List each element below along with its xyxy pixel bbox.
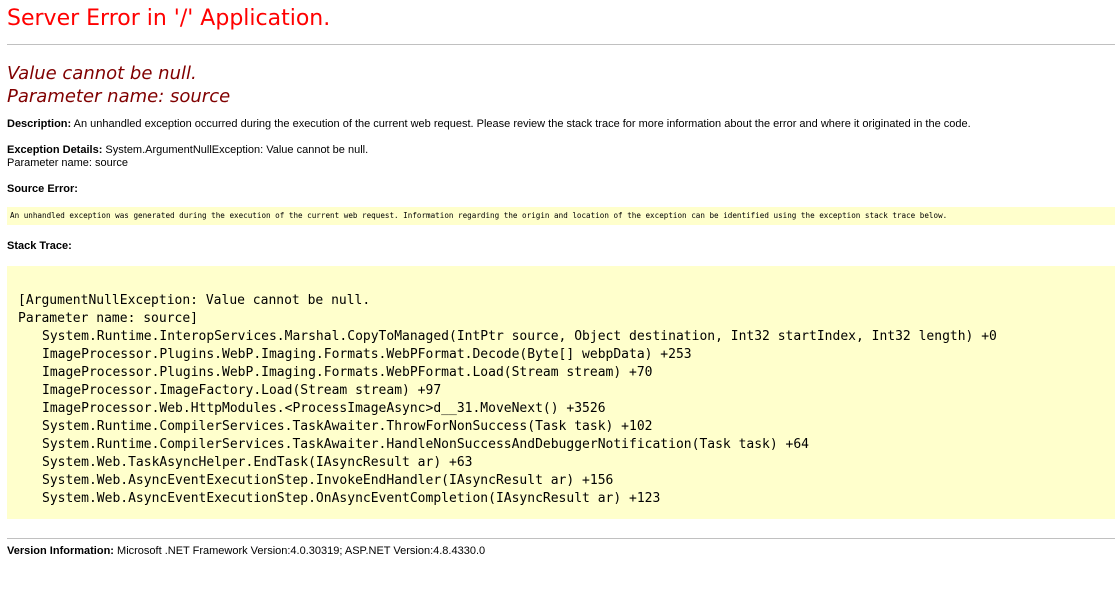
stack-frame: ImageProcessor.Plugins.WebP.Imaging.Form… bbox=[42, 365, 653, 380]
source-error-text: An unhandled exception was generated dur… bbox=[10, 211, 948, 220]
footer-divider bbox=[7, 538, 1115, 539]
exception-details-label: Exception Details: bbox=[7, 144, 103, 156]
error-message: Value cannot be null. Parameter name: so… bbox=[7, 62, 1115, 108]
description-text: An unhandled exception occurred during t… bbox=[73, 118, 971, 130]
description-label: Description: bbox=[7, 118, 72, 130]
stack-frame: System.Web.AsyncEventExecutionStep.OnAsy… bbox=[42, 491, 661, 506]
exception-details-text2: Parameter name: source bbox=[7, 157, 129, 169]
exception-details-section: Exception Details: System.ArgumentNullEx… bbox=[7, 144, 1115, 170]
version-info-label: Version Information: bbox=[7, 545, 114, 557]
title-divider bbox=[7, 44, 1115, 45]
stack-frame: System.Runtime.CompilerServices.TaskAwai… bbox=[42, 437, 810, 452]
stack-trace-box: [ArgumentNullException: Value cannot be … bbox=[7, 266, 1115, 519]
exception-details-text: System.ArgumentNullException: Value cann… bbox=[105, 144, 369, 156]
stack-frame: ImageProcessor.ImageFactory.Load(Stream … bbox=[42, 383, 442, 398]
stack-frame: System.Runtime.InteropServices.Marshal.C… bbox=[42, 329, 997, 344]
source-error-label: Source Error: bbox=[7, 183, 78, 195]
description-section: Description: An unhandled exception occu… bbox=[7, 118, 1115, 131]
stack-trace-label: Stack Trace: bbox=[7, 240, 72, 252]
stack-trace-header2: Parameter name: source] bbox=[18, 311, 199, 326]
stack-frame: System.Web.AsyncEventExecutionStep.Invok… bbox=[42, 473, 614, 488]
stack-frame: ImageProcessor.Web.HttpModules.<ProcessI… bbox=[42, 401, 606, 416]
error-message-line1: Value cannot be null. bbox=[7, 63, 197, 84]
page-title: Server Error in '/' Application. bbox=[7, 6, 331, 31]
stack-frame: ImageProcessor.Plugins.WebP.Imaging.Form… bbox=[42, 347, 692, 362]
error-message-line2: Parameter name: source bbox=[7, 86, 231, 107]
stack-frame: System.Runtime.CompilerServices.TaskAwai… bbox=[42, 419, 653, 434]
stack-trace-header1: [ArgumentNullException: Value cannot be … bbox=[18, 293, 371, 308]
version-info-text: Microsoft .NET Framework Version:4.0.303… bbox=[117, 545, 486, 557]
source-error-box: An unhandled exception was generated dur… bbox=[7, 207, 1115, 225]
source-error-section: Source Error: bbox=[7, 183, 1115, 196]
stack-frame: System.Web.TaskAsyncHelper.EndTask(IAsyn… bbox=[42, 455, 473, 470]
version-info-section: Version Information: Microsoft .NET Fram… bbox=[7, 545, 1115, 558]
stack-trace-section: Stack Trace: bbox=[7, 240, 1115, 253]
error-page: Server Error in '/' Application. Value c… bbox=[0, 0, 1115, 558]
